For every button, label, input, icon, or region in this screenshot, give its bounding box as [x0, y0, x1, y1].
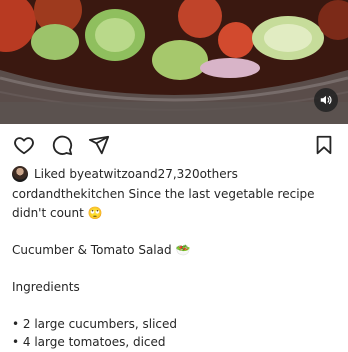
- share-button[interactable]: [87, 133, 111, 157]
- likes-suffix: others: [199, 167, 238, 181]
- post-caption: cordandthekitchen Since the last vegetab…: [12, 185, 338, 352]
- ingredient-item: • 4 large tomatoes, diced: [12, 335, 166, 349]
- save-button[interactable]: [312, 133, 336, 157]
- liker-avatar[interactable]: [12, 166, 28, 182]
- like-button[interactable]: [12, 133, 36, 157]
- face-emoji: 🙄: [87, 205, 103, 220]
- post-action-bar: [0, 133, 348, 157]
- bookmark-icon: [316, 135, 332, 155]
- ingredient-item: • 2 large cucumbers, sliced: [12, 316, 177, 331]
- caption-text-line2: didn't count: [12, 205, 88, 220]
- send-icon: [88, 135, 110, 155]
- recipe-title: Cucumber & Tomato Salad: [12, 242, 176, 257]
- comment-icon: [52, 135, 73, 156]
- salad-emoji: 🥗: [175, 242, 191, 257]
- mute-button[interactable]: [314, 88, 338, 112]
- volume-icon: [320, 95, 332, 105]
- ingredients-heading: Ingredients: [12, 279, 80, 294]
- post-video[interactable]: [0, 0, 348, 124]
- liker-username[interactable]: eatwitzo: [84, 167, 135, 181]
- comment-button[interactable]: [50, 133, 74, 157]
- heart-icon: [14, 137, 34, 155]
- likes-summary: Liked by eatwitzo and 27,320 others: [12, 166, 342, 182]
- likes-middle: and: [135, 167, 158, 181]
- caption-username[interactable]: cordandthekitchen: [12, 187, 125, 201]
- likes-prefix: Liked by: [34, 167, 85, 181]
- caption-text-line1: Since the last vegetable recipe: [124, 187, 315, 201]
- likes-count[interactable]: 27,320: [158, 167, 200, 181]
- salad-image: [0, 0, 348, 124]
